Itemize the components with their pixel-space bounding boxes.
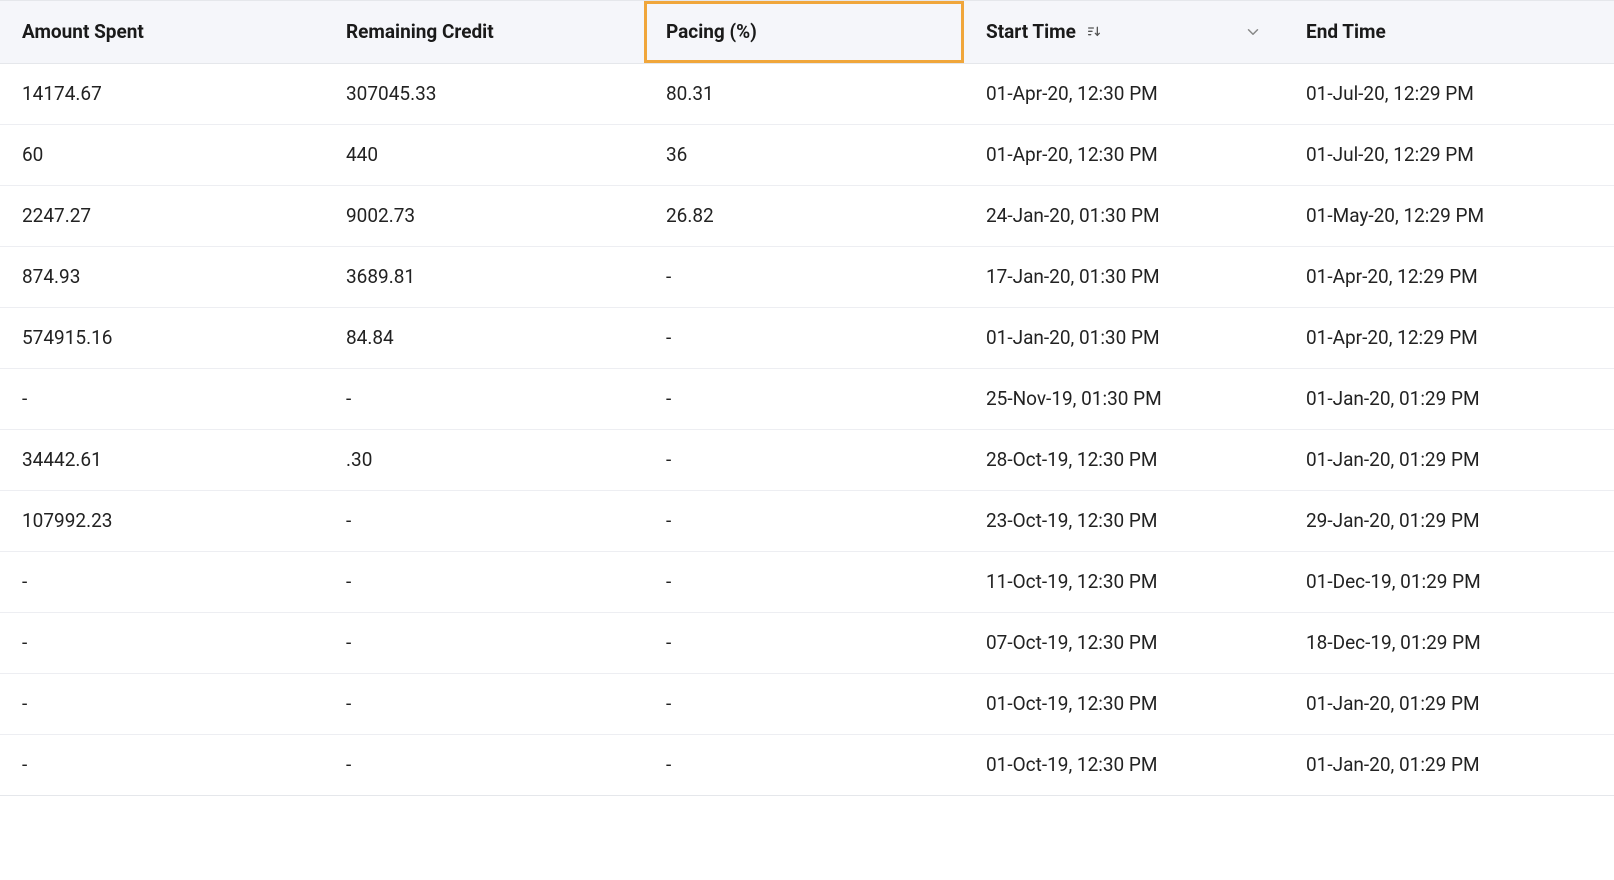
- cell-amount-spent: 14174.67: [0, 63, 324, 124]
- column-header-pacing[interactable]: Pacing (%): [644, 1, 964, 63]
- header-label: Start Time: [986, 20, 1076, 43]
- cell-amount-spent: -: [0, 612, 324, 673]
- cell-remaining-credit: .30: [324, 429, 644, 490]
- cell-end-time: 01-Jan-20, 01:29 PM: [1284, 673, 1614, 734]
- data-table: Amount Spent Remaining Credit Pacing (%)…: [0, 0, 1614, 796]
- cell-start-time: 07-Oct-19, 12:30 PM: [964, 612, 1284, 673]
- cell-start-time: 01-Jan-20, 01:30 PM: [964, 307, 1284, 368]
- cell-remaining-credit: -: [324, 551, 644, 612]
- cell-start-time: 01-Apr-20, 12:30 PM: [964, 63, 1284, 124]
- cell-end-time: 01-Jan-20, 01:29 PM: [1284, 368, 1614, 429]
- column-header-remaining-credit[interactable]: Remaining Credit: [324, 1, 644, 63]
- table-row[interactable]: 34442.61.30-28-Oct-19, 12:30 PM01-Jan-20…: [0, 429, 1614, 490]
- table-row[interactable]: 107992.23--23-Oct-19, 12:30 PM29-Jan-20,…: [0, 490, 1614, 551]
- cell-amount-spent: 574915.16: [0, 307, 324, 368]
- cell-amount-spent: -: [0, 368, 324, 429]
- cell-pacing: -: [644, 246, 964, 307]
- cell-amount-spent: 60: [0, 124, 324, 185]
- cell-pacing: -: [644, 368, 964, 429]
- cell-start-time: 24-Jan-20, 01:30 PM: [964, 185, 1284, 246]
- cell-end-time: 01-Jul-20, 12:29 PM: [1284, 124, 1614, 185]
- cell-end-time: 29-Jan-20, 01:29 PM: [1284, 490, 1614, 551]
- sort-descending-icon: [1086, 24, 1102, 40]
- cell-remaining-credit: 307045.33: [324, 63, 644, 124]
- cell-remaining-credit: -: [324, 734, 644, 795]
- cell-remaining-credit: 84.84: [324, 307, 644, 368]
- cell-amount-spent: 874.93: [0, 246, 324, 307]
- cell-remaining-credit: 9002.73: [324, 185, 644, 246]
- cell-remaining-credit: 3689.81: [324, 246, 644, 307]
- table-row[interactable]: 2247.279002.7326.8224-Jan-20, 01:30 PM01…: [0, 185, 1614, 246]
- cell-start-time: 01-Apr-20, 12:30 PM: [964, 124, 1284, 185]
- cell-end-time: 01-Apr-20, 12:29 PM: [1284, 246, 1614, 307]
- cell-pacing: -: [644, 490, 964, 551]
- cell-remaining-credit: -: [324, 490, 644, 551]
- cell-start-time: 01-Oct-19, 12:30 PM: [964, 734, 1284, 795]
- cell-start-time: 28-Oct-19, 12:30 PM: [964, 429, 1284, 490]
- table-row[interactable]: 574915.1684.84-01-Jan-20, 01:30 PM01-Apr…: [0, 307, 1614, 368]
- cell-pacing: 36: [644, 124, 964, 185]
- cell-pacing: 26.82: [644, 185, 964, 246]
- cell-end-time: 01-Apr-20, 12:29 PM: [1284, 307, 1614, 368]
- cell-remaining-credit: -: [324, 612, 644, 673]
- cell-pacing: -: [644, 734, 964, 795]
- table-row[interactable]: ---11-Oct-19, 12:30 PM01-Dec-19, 01:29 P…: [0, 551, 1614, 612]
- cell-end-time: 01-Jan-20, 01:29 PM: [1284, 429, 1614, 490]
- cell-amount-spent: -: [0, 734, 324, 795]
- table-row[interactable]: ---25-Nov-19, 01:30 PM01-Jan-20, 01:29 P…: [0, 368, 1614, 429]
- table-row[interactable]: ---07-Oct-19, 12:30 PM18-Dec-19, 01:29 P…: [0, 612, 1614, 673]
- cell-pacing: -: [644, 551, 964, 612]
- table-body: 14174.67307045.3380.3101-Apr-20, 12:30 P…: [0, 63, 1614, 795]
- cell-end-time: 01-Jan-20, 01:29 PM: [1284, 734, 1614, 795]
- header-label: End Time: [1306, 20, 1386, 43]
- cell-pacing: -: [644, 612, 964, 673]
- column-header-end-time[interactable]: End Time: [1284, 1, 1614, 63]
- table-row[interactable]: ---01-Oct-19, 12:30 PM01-Jan-20, 01:29 P…: [0, 734, 1614, 795]
- table-row[interactable]: 604403601-Apr-20, 12:30 PM01-Jul-20, 12:…: [0, 124, 1614, 185]
- cell-amount-spent: -: [0, 551, 324, 612]
- cell-start-time: 17-Jan-20, 01:30 PM: [964, 246, 1284, 307]
- cell-end-time: 18-Dec-19, 01:29 PM: [1284, 612, 1614, 673]
- cell-amount-spent: -: [0, 673, 324, 734]
- cell-pacing: 80.31: [644, 63, 964, 124]
- cell-remaining-credit: 440: [324, 124, 644, 185]
- cell-start-time: 01-Oct-19, 12:30 PM: [964, 673, 1284, 734]
- header-label: Remaining Credit: [346, 20, 494, 43]
- table-header: Amount Spent Remaining Credit Pacing (%)…: [0, 1, 1614, 63]
- cell-end-time: 01-May-20, 12:29 PM: [1284, 185, 1614, 246]
- column-header-start-time[interactable]: Start Time: [964, 1, 1284, 63]
- column-header-amount-spent[interactable]: Amount Spent: [0, 1, 324, 63]
- cell-amount-spent: 2247.27: [0, 185, 324, 246]
- cell-amount-spent: 34442.61: [0, 429, 324, 490]
- cell-pacing: -: [644, 429, 964, 490]
- header-label: Pacing (%): [666, 20, 757, 43]
- cell-pacing: -: [644, 673, 964, 734]
- cell-remaining-credit: -: [324, 673, 644, 734]
- table-row[interactable]: 14174.67307045.3380.3101-Apr-20, 12:30 P…: [0, 63, 1614, 124]
- cell-start-time: 25-Nov-19, 01:30 PM: [964, 368, 1284, 429]
- cell-remaining-credit: -: [324, 368, 644, 429]
- cell-start-time: 11-Oct-19, 12:30 PM: [964, 551, 1284, 612]
- cell-end-time: 01-Jul-20, 12:29 PM: [1284, 63, 1614, 124]
- cell-amount-spent: 107992.23: [0, 490, 324, 551]
- cell-end-time: 01-Dec-19, 01:29 PM: [1284, 551, 1614, 612]
- cell-pacing: -: [644, 307, 964, 368]
- table-row[interactable]: 874.933689.81-17-Jan-20, 01:30 PM01-Apr-…: [0, 246, 1614, 307]
- cell-start-time: 23-Oct-19, 12:30 PM: [964, 490, 1284, 551]
- chevron-down-icon: [1244, 23, 1262, 41]
- header-label: Amount Spent: [22, 20, 144, 43]
- table-row[interactable]: ---01-Oct-19, 12:30 PM01-Jan-20, 01:29 P…: [0, 673, 1614, 734]
